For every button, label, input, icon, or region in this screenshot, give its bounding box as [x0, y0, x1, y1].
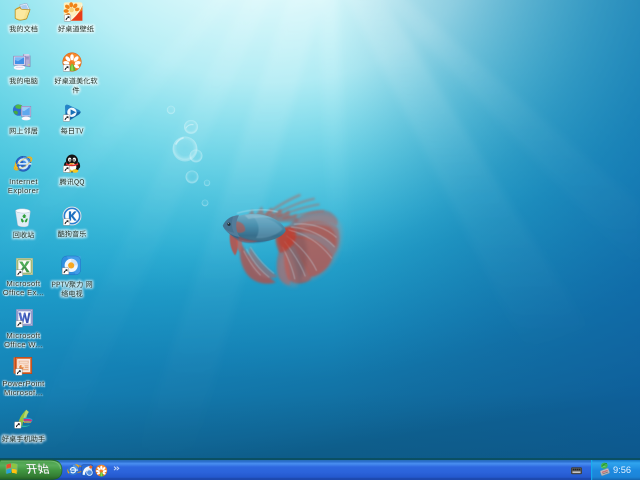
svg-text:9:56: 9:56 [613, 465, 631, 475]
